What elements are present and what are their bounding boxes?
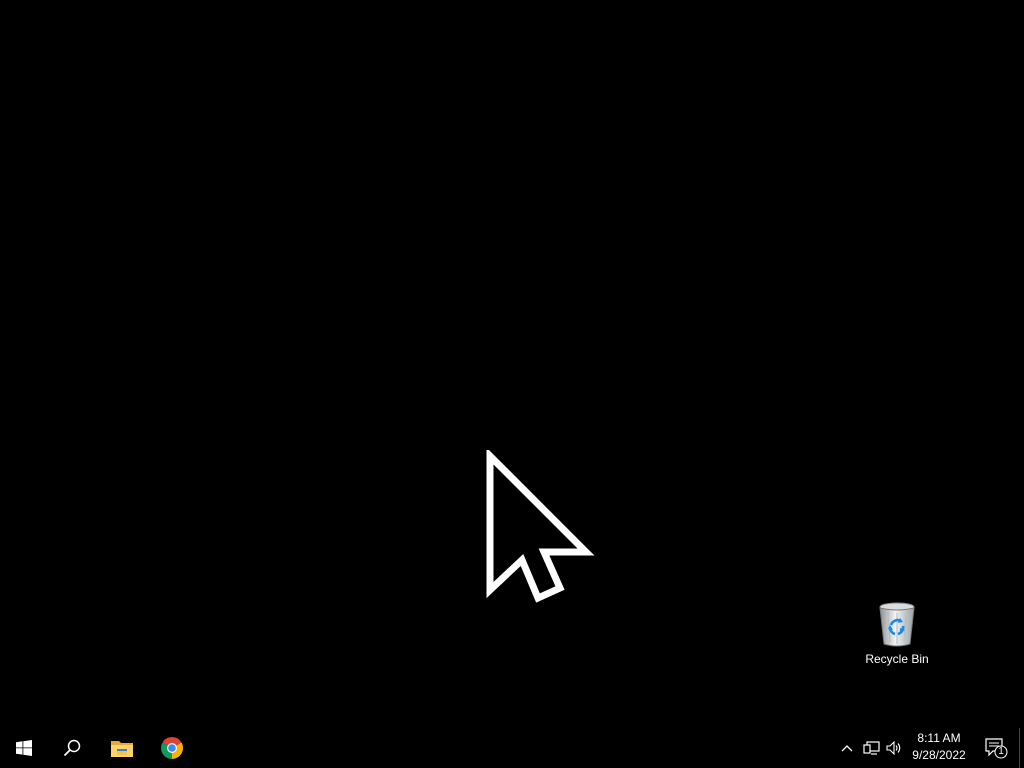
desktop[interactable]: Recycle Bin [0, 0, 1024, 728]
search-icon [63, 739, 81, 757]
file-explorer-button[interactable] [98, 728, 146, 768]
show-desktop-button[interactable] [1019, 728, 1024, 768]
desktop-icon-recycle-bin[interactable]: Recycle Bin [858, 600, 936, 666]
clock-date: 9/28/2022 [912, 748, 966, 762]
clock[interactable]: 8:11 AM 9/28/2022 [906, 730, 972, 766]
recycle-bin-icon [879, 602, 915, 647]
chrome-button[interactable] [148, 728, 196, 768]
network-icon [862, 740, 880, 755]
taskbar: 8:11 AM 9/28/2022 1 [0, 728, 1024, 768]
network-button[interactable] [860, 728, 882, 768]
windows-logo-icon [16, 740, 32, 756]
chrome-icon [161, 737, 183, 759]
volume-button[interactable] [883, 728, 905, 768]
chevron-up-icon [841, 745, 853, 752]
start-button[interactable] [0, 728, 48, 768]
show-hidden-icons-button[interactable] [836, 728, 858, 768]
arrow-pointer-icon [486, 450, 595, 603]
desktop-icon-label: Recycle Bin [865, 652, 929, 666]
volume-icon [886, 741, 901, 755]
folder-icon [111, 741, 133, 757]
action-center-button[interactable]: 1 [976, 728, 1016, 768]
search-button[interactable] [48, 728, 96, 768]
notification-count-badge: 1 [998, 746, 1004, 757]
clock-time: 8:11 AM [917, 731, 961, 745]
